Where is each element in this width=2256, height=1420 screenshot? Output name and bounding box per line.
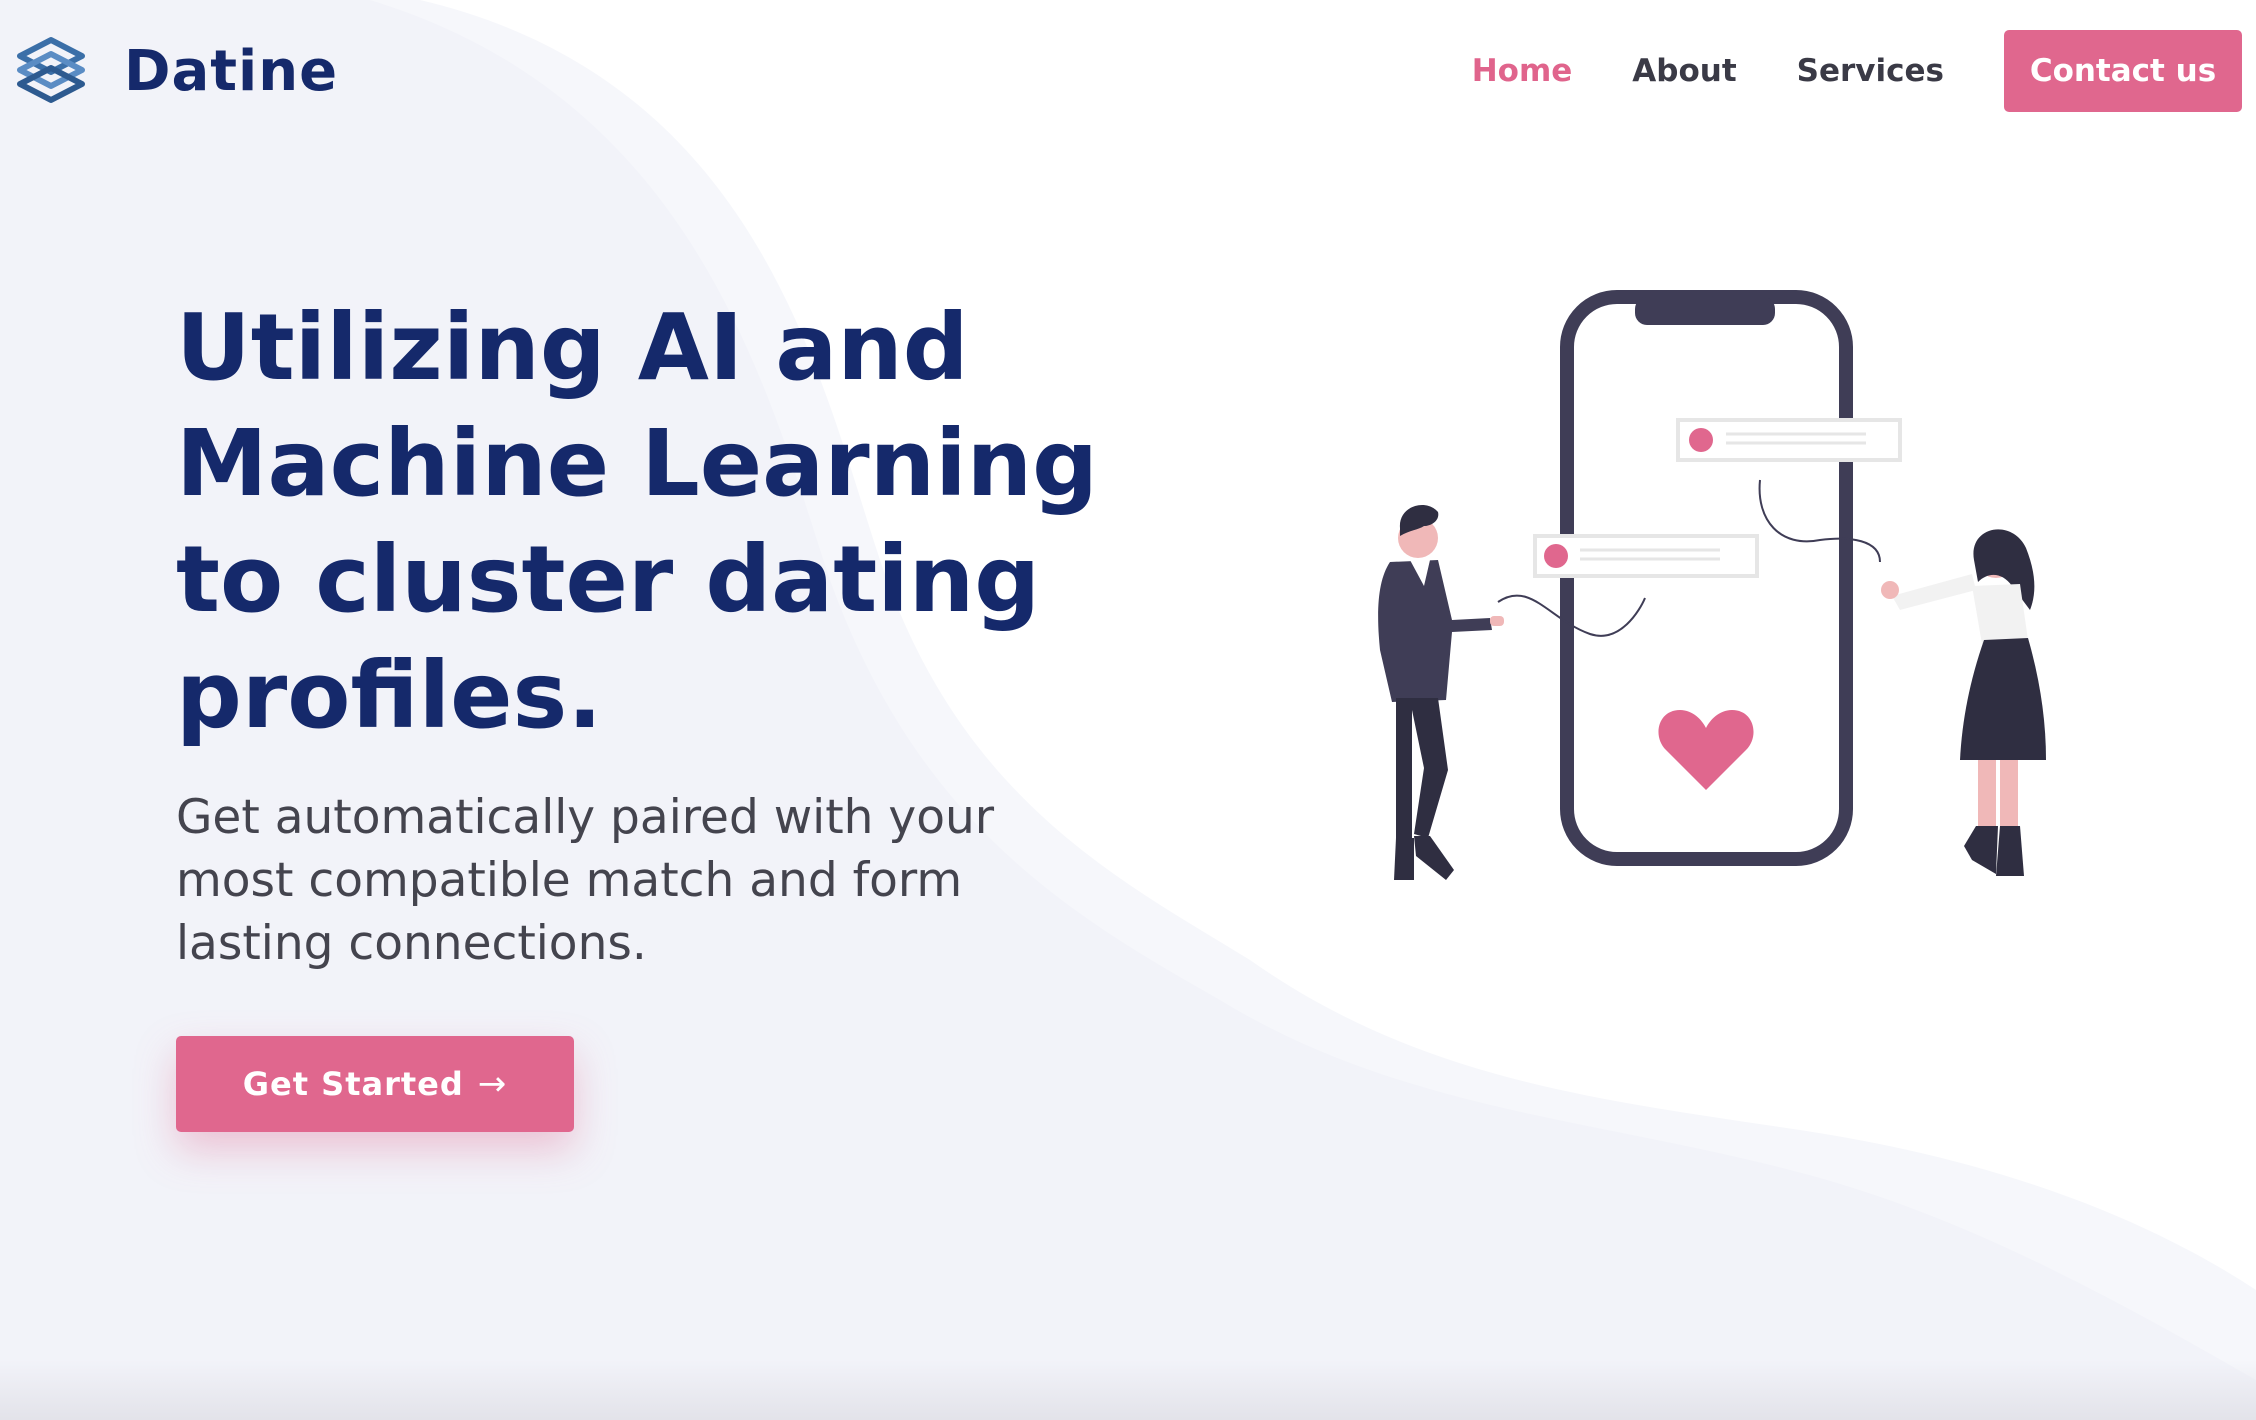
contact-us-button[interactable]: Contact us [2004,30,2242,112]
hero-title: Utilizing AI and Machine Learning to clu… [176,294,1098,749]
brand-logo[interactable]: Datine [16,36,338,106]
brand-name: Datine [124,38,339,104]
get-started-label: Get Started [242,1065,464,1103]
hero-subtitle: Get automatically paired with your most … [176,790,995,971]
arrow-right-icon: → [477,1064,508,1104]
nav-about-link[interactable]: About [1632,53,1736,89]
couple-phone-illustration [1378,290,2046,880]
bottom-shadow [0,1360,2256,1420]
nav-home-link[interactable]: Home [1472,53,1573,89]
main-nav: Home About Services Contact us [1472,30,2256,112]
layered-cube-icon [17,37,85,103]
nav-services-link[interactable]: Services [1797,53,1944,89]
get-started-button[interactable]: Get Started → [176,1036,574,1132]
